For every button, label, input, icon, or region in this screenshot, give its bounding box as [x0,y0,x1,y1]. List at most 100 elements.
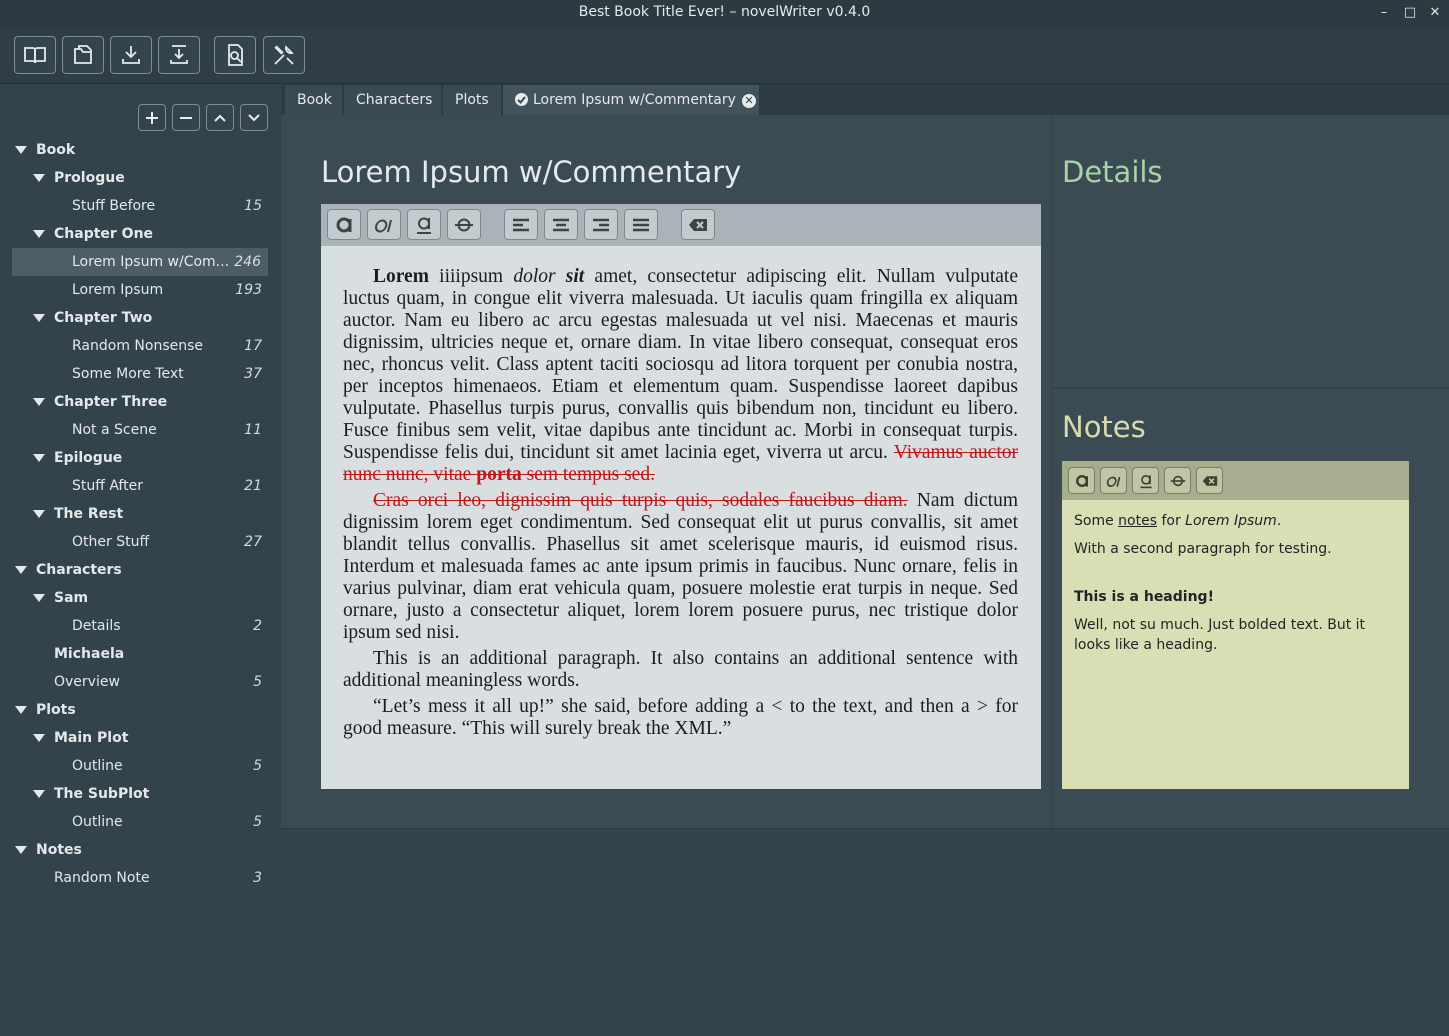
clear-format-icon[interactable] [1196,467,1223,494]
document-text[interactable]: Lorem iiiipsum dolor sit amet, consectet… [343,266,1018,744]
notes-editor[interactable]: Some notes for Lorem Ipsum. With a secon… [1062,461,1409,789]
tree-item[interactable]: Stuff Before 15 [0,192,281,220]
tree-item-label: Other Stuff [72,534,150,550]
tree-item[interactable]: Overview 5 [0,668,281,696]
word-count: 5 [253,814,262,830]
tab-book[interactable]: Book [284,84,343,115]
justify-icon[interactable] [624,209,658,240]
tree-item[interactable]: Plots [0,696,281,724]
tree-item-label: Lorem Ipsum [72,282,164,298]
tree-item[interactable]: Chapter Two [0,304,281,332]
tree-item[interactable]: Epilogue [0,444,281,472]
tree-item[interactable]: Chapter One [0,220,281,248]
notes-heading: This is a heading! [1074,589,1214,605]
tree-item[interactable]: Prologue [0,164,281,192]
expand-arrow-icon[interactable] [14,556,28,584]
tree-item[interactable]: Michaela [0,640,281,668]
tab-plots[interactable]: Plots [442,84,502,115]
strikethrough-icon[interactable] [447,209,481,240]
tree-item[interactable]: Outline 5 [0,752,281,780]
tree-item[interactable]: Not a Scene 11 [0,416,281,444]
tree-item-label: Overview [54,674,120,690]
expand-arrow-icon[interactable] [14,696,28,724]
paragraph: This is an additional paragraph. It also… [343,648,1018,691]
underline-icon[interactable] [407,209,441,240]
align-right-icon[interactable] [584,209,618,240]
divider [1052,387,1449,389]
tree-item-label: Outline [72,814,123,830]
divider [1051,115,1052,828]
underline-icon[interactable] [1132,467,1159,494]
italic-icon[interactable] [367,209,401,240]
tree-item[interactable]: Random Note 3 [0,864,281,892]
strikethrough-icon[interactable] [1164,467,1191,494]
close-button[interactable]: ✕ [1426,4,1444,22]
tree-item[interactable]: Lorem Ipsum w/Com... 246 [12,248,268,276]
main-toolbar [0,27,1449,84]
notes-text[interactable]: Some notes for Lorem Ipsum. With a secon… [1074,511,1399,663]
tab-label: Characters [356,92,433,108]
tree-item[interactable]: Stuff After 21 [0,472,281,500]
tab-characters[interactable]: Characters [343,84,442,115]
bold-icon[interactable] [327,209,361,240]
word-count: 5 [253,674,262,690]
remove-icon[interactable] [172,104,200,131]
lower-panel [281,828,1449,1036]
expand-arrow-icon[interactable] [32,220,46,248]
maximize-button[interactable]: □ [1401,4,1419,22]
tab-label: Plots [455,92,489,108]
move-up-icon[interactable] [206,104,234,131]
save-all-icon[interactable] [158,36,200,74]
tree-item[interactable]: Notes [0,836,281,864]
save-icon[interactable] [110,36,152,74]
tree-item-label: Plots [36,702,76,718]
expand-arrow-icon[interactable] [32,584,46,612]
expand-arrow-icon[interactable] [32,780,46,808]
clear-format-icon[interactable] [681,209,715,240]
expand-arrow-icon[interactable] [32,500,46,528]
close-tab-icon[interactable]: ✕ [741,94,756,108]
book-icon[interactable] [14,36,56,74]
project-tree-panel: Book Prologue Stuff Before 15 Chapter One Lor… [0,84,281,1036]
tree-item[interactable]: Main Plot [0,724,281,752]
tree-item[interactable]: The Rest [0,500,281,528]
tree-item[interactable]: Chapter Three [0,388,281,416]
expand-arrow-icon[interactable] [32,444,46,472]
tools-icon[interactable] [263,36,305,74]
expand-arrow-icon[interactable] [32,164,46,192]
tree-item-label: Chapter Three [54,394,168,410]
expand-arrow-icon[interactable] [32,724,46,752]
tree-item[interactable]: Details 2 [0,612,281,640]
paragraph: Cras orci leo, dignissim quis turpis qui… [343,490,1018,643]
italic-icon[interactable] [1100,467,1127,494]
tree-item[interactable]: Lorem Ipsum 193 [0,276,281,304]
expand-arrow-icon[interactable] [14,836,28,864]
tree-item[interactable]: Some More Text 37 [0,360,281,388]
expand-arrow-icon[interactable] [14,136,28,164]
word-count: 193 [235,282,262,298]
title-bar: Best Book Title Ever! – novelWriter v0.4… [0,0,1449,27]
expand-arrow-icon[interactable] [32,304,46,332]
tree-item-label: Not a Scene [72,422,157,438]
tree-item[interactable]: Random Nonsense 17 [0,332,281,360]
minimize-button[interactable]: – [1375,4,1393,22]
add-icon[interactable] [138,104,166,131]
tree-item-label: Outline [72,758,123,774]
tab-lorem-ipsum-commentary[interactable]: Lorem Ipsum w/Commentary ✕ [502,84,760,115]
expand-arrow-icon[interactable] [32,388,46,416]
open-project-icon[interactable] [62,36,104,74]
align-left-icon[interactable] [504,209,538,240]
details-title: Details [1062,155,1163,189]
tree-item[interactable]: Characters [0,556,281,584]
tree-item[interactable]: Outline 5 [0,808,281,836]
document-editor[interactable]: Lorem iiiipsum dolor sit amet, consectet… [321,204,1041,789]
tree-item-label: Prologue [54,170,125,186]
tree-item[interactable]: Other Stuff 27 [0,528,281,556]
move-down-icon[interactable] [240,104,268,131]
tree-item[interactable]: Book [0,136,281,164]
tree-item[interactable]: Sam [0,584,281,612]
align-center-icon[interactable] [544,209,578,240]
tree-item[interactable]: The SubPlot [0,780,281,808]
preview-icon[interactable] [214,36,256,74]
bold-icon[interactable] [1068,467,1095,494]
